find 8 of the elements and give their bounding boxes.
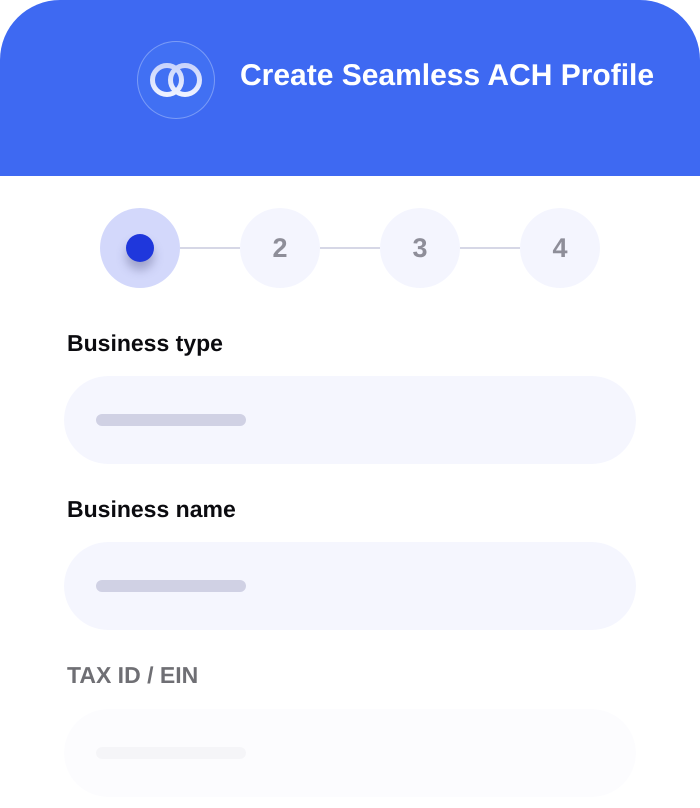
field-label: TAX ID / EIN (67, 661, 198, 689)
step-connector (180, 247, 240, 249)
header-title: Create Seamless ACH Profile (240, 58, 654, 94)
step-connector (320, 247, 380, 249)
step-connector (460, 247, 520, 249)
interlocking-rings-icon (150, 62, 202, 98)
field-label: Business name (67, 495, 236, 523)
field-label: Business type (67, 329, 223, 357)
